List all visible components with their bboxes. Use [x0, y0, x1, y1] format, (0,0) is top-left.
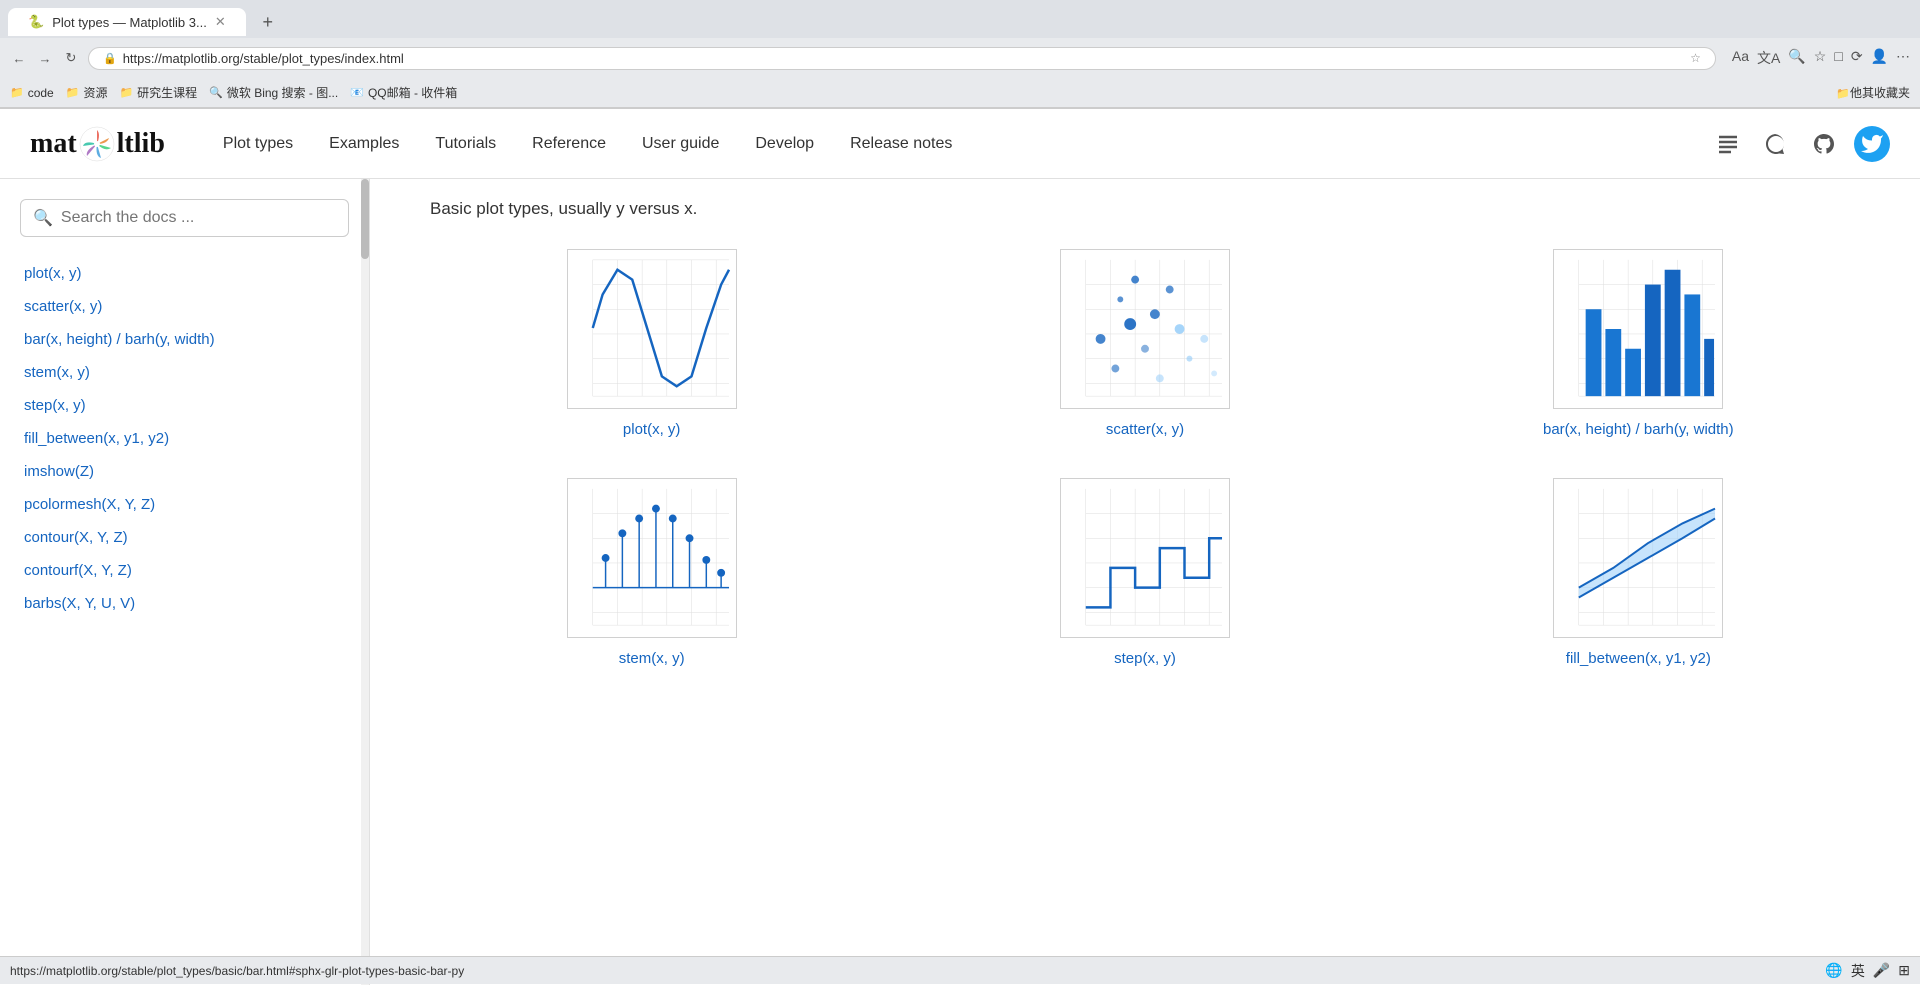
- back-button[interactable]: ←: [10, 49, 28, 67]
- more-icon[interactable]: ⋯: [1896, 48, 1910, 68]
- logo-icon: [79, 126, 115, 162]
- nav-plot-types[interactable]: Plot types: [205, 127, 311, 161]
- bookmark-code[interactable]: 📁code: [10, 86, 54, 100]
- status-bar: https://matplotlib.org/stable/plot_types…: [0, 956, 1920, 984]
- plot-card-bar[interactable]: bar(x, height) / barh(y, width): [1417, 249, 1860, 438]
- tab-favicon: 🐍: [28, 14, 44, 30]
- nav-release-notes[interactable]: Release notes: [832, 127, 970, 161]
- scrollbar-track: [361, 179, 369, 985]
- plot-card-line[interactable]: plot(x, y): [430, 249, 873, 438]
- browser-controls: ← → ↻ 🔒 https://matplotlib.org/stable/pl…: [0, 38, 1920, 78]
- discourse-icon-button[interactable]: [1758, 126, 1794, 162]
- logo-text-right: ltlib: [117, 128, 165, 160]
- collections-icon[interactable]: □: [1834, 48, 1842, 68]
- nav-examples[interactable]: Examples: [311, 127, 417, 161]
- plot-label-stem: stem(x, y): [619, 650, 685, 667]
- translate-icon[interactable]: 文A: [1757, 48, 1780, 68]
- sidebar-link-stem[interactable]: stem(x, y): [0, 356, 369, 389]
- page-layout: 🔍 plot(x, y) scatter(x, y) bar(x, height…: [0, 179, 1920, 985]
- main-content: Basic plot types, usually y versus x.: [370, 179, 1920, 985]
- bookmark-bing[interactable]: 🔍微软 Bing 搜索 - 图...: [209, 84, 338, 101]
- status-url: https://matplotlib.org/stable/plot_types…: [10, 964, 1825, 978]
- logo[interactable]: mat ltlib: [30, 126, 165, 162]
- plot-thumbnail-scatter: [1060, 249, 1230, 409]
- sidebar-link-pcolormesh[interactable]: pcolormesh(X, Y, Z): [0, 488, 369, 521]
- sidebar-link-imshow[interactable]: imshow(Z): [0, 455, 369, 488]
- plot-card-fill-between[interactable]: fill_between(x, y1, y2): [1417, 478, 1860, 667]
- mic-status-icon[interactable]: 🎤: [1873, 962, 1890, 979]
- plot-label-line: plot(x, y): [623, 421, 681, 438]
- status-icons: 🌐 英 🎤 ⊞: [1825, 961, 1910, 981]
- plot-label-bar: bar(x, height) / barh(y, width): [1543, 421, 1734, 438]
- bookmark-qq[interactable]: 📧QQ邮箱 - 收件箱: [350, 84, 457, 101]
- plot-label-fill-between: fill_between(x, y1, y2): [1566, 650, 1711, 667]
- main-nav: Plot types Examples Tutorials Reference …: [205, 127, 1710, 161]
- sidebar-link-barbs[interactable]: barbs(X, Y, U, V): [0, 587, 369, 620]
- scrollbar-thumb[interactable]: [361, 179, 369, 259]
- plot-thumbnail-bar: [1553, 249, 1723, 409]
- sidebar-link-scatter[interactable]: scatter(x, y): [0, 290, 369, 323]
- new-tab-button[interactable]: +: [254, 8, 282, 36]
- plot-card-stem[interactable]: stem(x, y): [430, 478, 873, 667]
- star-icon[interactable]: ☆: [1690, 51, 1701, 65]
- other-bookmarks[interactable]: 📁他其收藏夹: [1836, 84, 1910, 101]
- search-icon: 🔍: [33, 208, 53, 228]
- plot-card-scatter[interactable]: scatter(x, y): [923, 249, 1366, 438]
- browser-action-icons: Aa 文A 🔍 ☆ □ ⟳ 👤 ⋯: [1732, 48, 1910, 68]
- plot-thumbnail-step: [1060, 478, 1230, 638]
- plot-thumbnail-fill-between: [1553, 478, 1723, 638]
- plot-label-scatter: scatter(x, y): [1106, 421, 1184, 438]
- tab-close[interactable]: ✕: [215, 14, 226, 30]
- search-input[interactable]: [61, 209, 336, 227]
- grid-status-icon[interactable]: ⊞: [1898, 962, 1910, 979]
- sidebar-link-step[interactable]: step(x, y): [0, 389, 369, 422]
- forward-button[interactable]: →: [36, 49, 54, 67]
- tab-bar: 🐍 Plot types — Matplotlib 3... ✕ +: [0, 0, 1920, 38]
- refresh-button[interactable]: ↻: [62, 49, 80, 67]
- plot-grid: plot(x, y): [430, 249, 1860, 667]
- logo-text-left: mat: [30, 128, 77, 160]
- read-mode-icon[interactable]: Aa: [1732, 48, 1749, 68]
- bookmark-ziyuan[interactable]: 📁资源: [66, 84, 108, 101]
- site-header: mat ltlib Plot types Examples Tutorials …: [0, 109, 1920, 179]
- plot-card-step[interactable]: step(x, y): [923, 478, 1366, 667]
- filter-icon-button[interactable]: [1710, 126, 1746, 162]
- nav-user-guide[interactable]: User guide: [624, 127, 737, 161]
- sidebar-links: plot(x, y) scatter(x, y) bar(x, height) …: [0, 257, 369, 620]
- sidebar-link-fill-between[interactable]: fill_between(x, y1, y2): [0, 422, 369, 455]
- browser-chrome: 🐍 Plot types — Matplotlib 3... ✕ + ← → ↻…: [0, 0, 1920, 109]
- url-text: https://matplotlib.org/stable/plot_types…: [123, 51, 404, 66]
- lang-status[interactable]: 英: [1851, 961, 1865, 981]
- profile-icon[interactable]: 👤: [1871, 48, 1888, 68]
- nav-develop[interactable]: Develop: [737, 127, 832, 161]
- twitter-icon-button[interactable]: [1854, 126, 1890, 162]
- nav-reference[interactable]: Reference: [514, 127, 624, 161]
- plot-label-step: step(x, y): [1114, 650, 1176, 667]
- sidebar: 🔍 plot(x, y) scatter(x, y) bar(x, height…: [0, 179, 370, 985]
- section-description: Basic plot types, usually y versus x.: [430, 199, 1860, 219]
- zoom-icon[interactable]: 🔍: [1788, 48, 1805, 68]
- nav-tutorials[interactable]: Tutorials: [417, 127, 514, 161]
- sidebar-link-contour[interactable]: contour(X, Y, Z): [0, 521, 369, 554]
- translate-status-icon[interactable]: 🌐: [1825, 962, 1842, 979]
- history-icon[interactable]: ⟳: [1851, 48, 1863, 68]
- sidebar-link-bar[interactable]: bar(x, height) / barh(y, width): [0, 323, 369, 356]
- sidebar-link-contourf[interactable]: contourf(X, Y, Z): [0, 554, 369, 587]
- bookmark-yanjiusheng[interactable]: 📁研究生课程: [119, 84, 197, 101]
- plot-thumbnail-stem: [567, 478, 737, 638]
- address-bar[interactable]: 🔒 https://matplotlib.org/stable/plot_typ…: [88, 47, 1716, 70]
- github-icon-button[interactable]: [1806, 126, 1842, 162]
- bookmarks-bar: 📁code 📁资源 📁研究生课程 🔍微软 Bing 搜索 - 图... 📧QQ邮…: [0, 78, 1920, 108]
- tab-title: Plot types — Matplotlib 3...: [52, 15, 207, 30]
- nav-icons: [1710, 126, 1890, 162]
- plot-thumbnail-line: [567, 249, 737, 409]
- favorites-icon[interactable]: ☆: [1814, 48, 1827, 68]
- lock-icon: 🔒: [103, 52, 117, 65]
- sidebar-link-plot[interactable]: plot(x, y): [0, 257, 369, 290]
- search-box[interactable]: 🔍: [20, 199, 349, 237]
- active-tab[interactable]: 🐍 Plot types — Matplotlib 3... ✕: [8, 8, 246, 36]
